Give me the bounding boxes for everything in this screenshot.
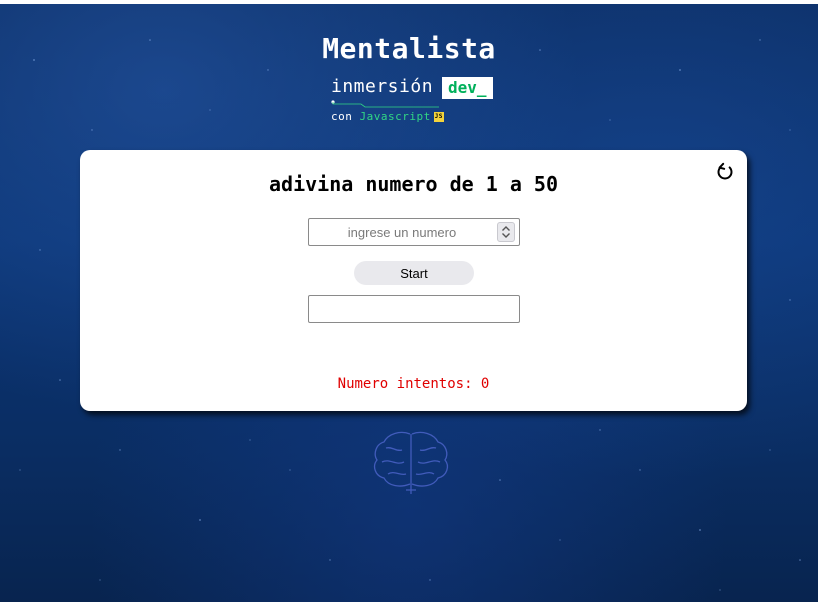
inmersion-dev-logo: inmersión dev_ con Javascript JS (331, 76, 501, 126)
game-card: adivina numero de 1 a 50 Start Numero in… (80, 150, 747, 411)
logo-circuit-line (331, 100, 439, 108)
brain-icon (373, 431, 449, 494)
attempts-counter: Numero intentos: 0 (337, 376, 490, 392)
restart-icon[interactable] (714, 161, 736, 183)
logo-con-text: con (331, 110, 353, 123)
start-button[interactable]: Start (354, 261, 474, 285)
logo-dev-badge: dev_ (442, 77, 493, 99)
logo-subtitle: con Javascript JS (331, 110, 444, 123)
logo-word: inmersión (331, 76, 434, 97)
number-input-field[interactable] (308, 218, 520, 246)
js-badge-icon: JS (433, 112, 444, 122)
result-field[interactable] (308, 295, 520, 323)
spinner-arrows-icon (502, 226, 510, 238)
app-title: Mentalista (322, 32, 496, 65)
number-input[interactable] (309, 219, 495, 245)
game-heading: adivina numero de 1 a 50 (269, 172, 558, 196)
app-header: Mentalista (0, 32, 818, 65)
logo-language: Javascript (359, 110, 431, 123)
number-spinner[interactable] (497, 222, 515, 242)
